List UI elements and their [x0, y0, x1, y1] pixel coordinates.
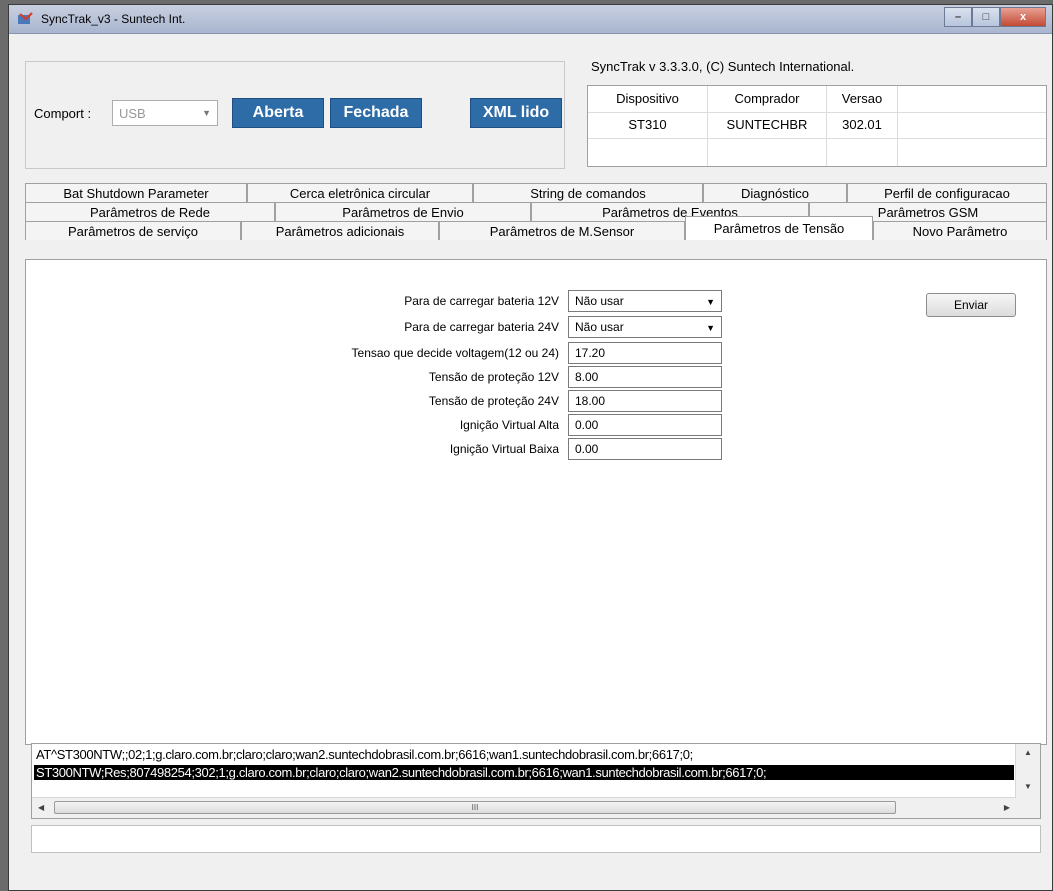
voltage-threshold-input[interactable]: 17.20	[568, 342, 722, 364]
form-row: Tensao que decide voltagem(12 ou 24) 17.…	[26, 342, 1048, 364]
tab-circular-fence[interactable]: Cerca eletrônica circular	[247, 183, 473, 202]
tab-send-params[interactable]: Parâmetros de Envio	[275, 202, 531, 221]
tab-config-profile[interactable]: Perfil de configuracao	[847, 183, 1047, 202]
version-text: SyncTrak v 3.3.3.0, (C) Suntech Internat…	[591, 59, 855, 74]
vertical-scrollbar[interactable]: ▲ ▼	[1015, 744, 1040, 800]
tab-new-param[interactable]: Novo Parâmetro	[873, 221, 1047, 240]
header-buyer: Comprador	[734, 91, 800, 106]
charge-stop-12v-select[interactable]: Não usar ▼	[568, 290, 722, 312]
cell-device: ST310	[628, 117, 667, 132]
comport-select[interactable]: USB ▼	[112, 100, 218, 126]
cell-buyer: SUNTECHBR	[726, 117, 808, 132]
tab-additional-params[interactable]: Parâmetros adicionais	[241, 221, 439, 240]
form-row: Ignição Virtual Baixa 0.00	[26, 438, 1048, 460]
log-line-selected[interactable]: ST300NTW;Res;807498254;302;1;g.claro.com…	[34, 765, 1014, 780]
close-button[interactable]: x	[1000, 7, 1046, 27]
xml-read-button[interactable]: XML lido	[470, 98, 562, 128]
window-title: SyncTrak_v3 - Suntech Int.	[41, 12, 186, 26]
field-label: Para de carregar bateria 12V	[404, 294, 559, 308]
title-bar[interactable]: SyncTrak_v3 - Suntech Int. – □ x	[9, 5, 1052, 34]
voltage-params-panel: Para de carregar bateria 12V Não usar ▼ …	[25, 259, 1047, 745]
field-label: Para de carregar bateria 24V	[404, 320, 559, 334]
tab-command-string[interactable]: String de comandos	[473, 183, 703, 202]
tab-service-params[interactable]: Parâmetros de serviço	[25, 221, 241, 240]
form-row: Para de carregar bateria 24V Não usar ▼	[26, 316, 1048, 338]
field-label: Tensao que decide voltagem(12 ou 24)	[351, 346, 559, 360]
scroll-right-icon[interactable]: ▶	[1004, 803, 1010, 812]
chevron-down-icon: ▼	[202, 108, 211, 118]
scroll-thumb[interactable]: III	[54, 801, 896, 814]
status-bar	[31, 825, 1041, 853]
form-row: Tensão de proteção 24V 18.00	[26, 390, 1048, 412]
horizontal-scrollbar[interactable]: ◀ III ▶	[32, 797, 1016, 818]
log-line[interactable]: AT^ST300NTW;;02;1;g.claro.com.br;claro;c…	[36, 747, 693, 762]
header-version: Versao	[841, 91, 883, 106]
chevron-down-icon: ▼	[706, 297, 715, 307]
tab-bat-shutdown[interactable]: Bat Shutdown Parameter	[25, 183, 247, 202]
virtual-ignition-low-input[interactable]: 0.00	[568, 438, 722, 460]
app-window: SyncTrak_v3 - Suntech Int. – □ x Comport…	[8, 4, 1053, 891]
comport-value: USB	[119, 106, 146, 121]
virtual-ignition-high-input[interactable]: 0.00	[568, 414, 722, 436]
scroll-left-icon[interactable]: ◀	[38, 803, 44, 812]
comport-label: Comport :	[34, 106, 92, 121]
tab-diagnostics[interactable]: Diagnóstico	[703, 183, 847, 202]
form-row: Ignição Virtual Alta 0.00	[26, 414, 1048, 436]
app-icon	[18, 12, 33, 24]
scroll-up-icon[interactable]: ▲	[1024, 748, 1032, 757]
close-port-button[interactable]: Fechada	[330, 98, 422, 128]
cell-version: 302.01	[842, 117, 882, 132]
field-label: Tensão de proteção 12V	[428, 370, 559, 384]
field-label: Ignição Virtual Alta	[459, 418, 559, 432]
client-area: Comport : USB ▼ Aberta Fechada XML lido …	[19, 41, 1047, 886]
log-output[interactable]: AT^ST300NTW;;02;1;g.claro.com.br;claro;c…	[31, 743, 1041, 819]
field-label: Tensão de proteção 24V	[428, 394, 559, 408]
scroll-down-icon[interactable]: ▼	[1024, 782, 1032, 791]
connection-group: Comport : USB ▼ Aberta Fechada XML lido	[25, 61, 565, 169]
minimize-button[interactable]: –	[944, 7, 972, 27]
protection-24v-input[interactable]: 18.00	[568, 390, 722, 412]
field-label: Ignição Virtual Baixa	[449, 442, 559, 456]
send-button[interactable]: Enviar	[926, 293, 1016, 317]
tab-network-params[interactable]: Parâmetros de Rede	[25, 202, 275, 221]
device-table: Dispositivo Comprador Versao ST310 SUNTE…	[587, 85, 1047, 167]
form-row: Para de carregar bateria 12V Não usar ▼	[26, 290, 1048, 312]
protection-12v-input[interactable]: 8.00	[568, 366, 722, 388]
tab-msensor-params[interactable]: Parâmetros de M.Sensor	[439, 221, 685, 240]
header-device: Dispositivo	[616, 91, 679, 106]
form-row: Tensão de proteção 12V 8.00	[26, 366, 1048, 388]
maximize-button[interactable]: □	[972, 7, 1000, 27]
open-port-button[interactable]: Aberta	[232, 98, 324, 128]
chevron-down-icon: ▼	[706, 323, 715, 333]
charge-stop-24v-select[interactable]: Não usar ▼	[568, 316, 722, 338]
tab-voltage-params[interactable]: Parâmetros de Tensão	[685, 216, 873, 240]
